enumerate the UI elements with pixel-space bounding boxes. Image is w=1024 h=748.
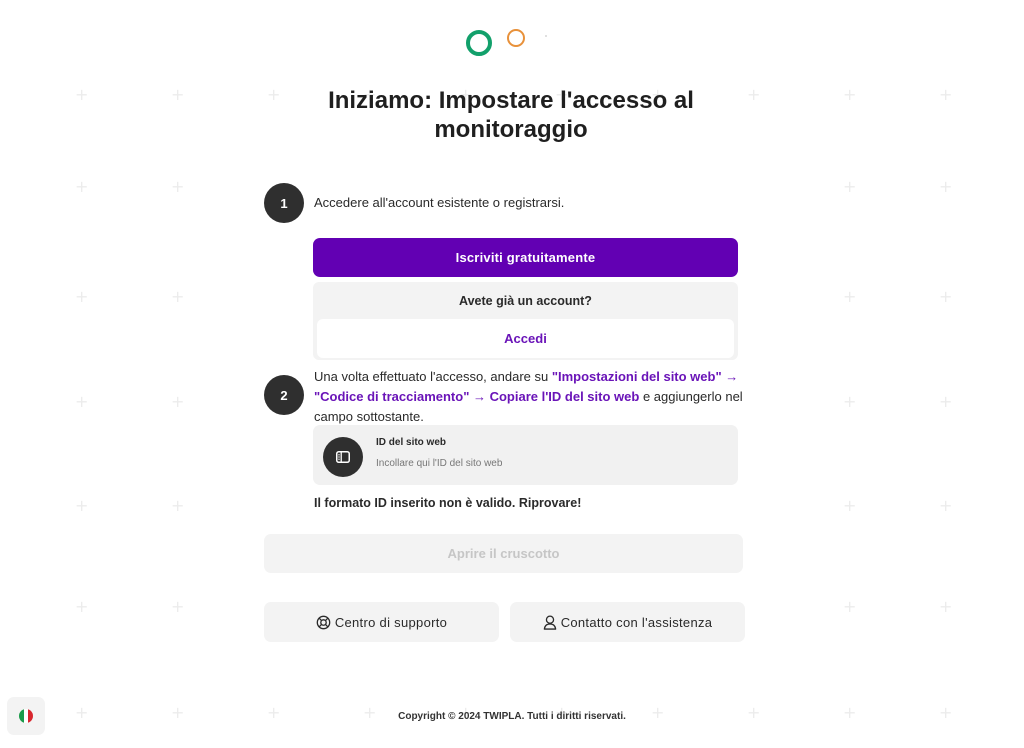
site-id-field[interactable]: ID del sito web (313, 425, 738, 485)
background-plus-mark: + (843, 496, 857, 515)
contact-support-button[interactable]: Contatto con l'assistenza (510, 602, 745, 642)
background-plus-mark: + (843, 85, 857, 104)
background-plus-mark: + (171, 392, 185, 411)
background-plus-mark: + (939, 597, 953, 616)
login-button[interactable]: Accedi (317, 319, 734, 358)
background-plus-mark: + (75, 597, 89, 616)
background-plus-mark: + (171, 496, 185, 515)
logo (466, 28, 547, 56)
user-icon (543, 614, 556, 630)
background-plus-mark: + (939, 177, 953, 196)
support-center-label: Centro di supporto (334, 614, 448, 630)
step-2-badge: 2 (264, 375, 304, 415)
background-plus-mark: + (75, 496, 89, 515)
logo-dot (545, 35, 547, 37)
support-center-button[interactable]: Centro di supporto (264, 602, 499, 642)
step-2-text-before: Una volta effettuato l'accesso, andare s… (314, 369, 552, 384)
italy-flag-icon (19, 709, 33, 723)
open-dashboard-button[interactable]: Aprire il cruscotto (264, 534, 743, 573)
error-message: Il formato ID inserito non è valido. Rip… (314, 496, 582, 510)
site-id-label: ID del sito web (376, 437, 447, 448)
logo-orange-ring (507, 29, 525, 47)
sidebar-panel-icon (323, 437, 363, 477)
signup-button[interactable]: Iscriviti gratuitamente (313, 238, 738, 277)
background-plus-mark: + (939, 392, 953, 411)
page-title: Iniziamo: Impostare l'accesso al monitor… (328, 87, 694, 143)
language-selector[interactable] (7, 697, 45, 735)
background-plus-mark: + (843, 392, 857, 411)
background-plus-mark: + (843, 597, 857, 616)
step-2-text: Una volta effettuato l'accesso, andare s… (314, 367, 744, 427)
copyright-text: Copyright © 2024 TWIPLA. Tutti i diritti… (398, 711, 626, 722)
account-question: Avete già un account? (459, 294, 592, 308)
background-plus-mark: + (939, 496, 953, 515)
background-plus-mark: + (171, 177, 185, 196)
site-id-input[interactable] (374, 455, 708, 471)
step-1-badge: 1 (264, 183, 304, 223)
login-panel: Avete già un account? Accedi (313, 282, 738, 360)
background-plus-mark: + (939, 85, 953, 104)
logo-green-ring (466, 30, 492, 56)
background-plus-mark: + (171, 597, 185, 616)
background-plus-mark: + (75, 177, 89, 196)
background-plus-mark: + (843, 177, 857, 196)
background-plus-mark: + (75, 392, 89, 411)
background-plus-mark: + (171, 85, 185, 104)
contact-support-label: Contatto con l'assistenza (560, 614, 713, 630)
step-1-text: Accedere all'account esistente o registr… (314, 195, 565, 210)
background-plus-mark: + (75, 85, 89, 104)
background-plus-mark: + (171, 287, 185, 306)
background-plus-mark: + (843, 287, 857, 306)
lifebuoy-icon (316, 615, 331, 629)
background-plus-mark: + (75, 287, 89, 306)
background-plus-mark: + (939, 287, 953, 306)
